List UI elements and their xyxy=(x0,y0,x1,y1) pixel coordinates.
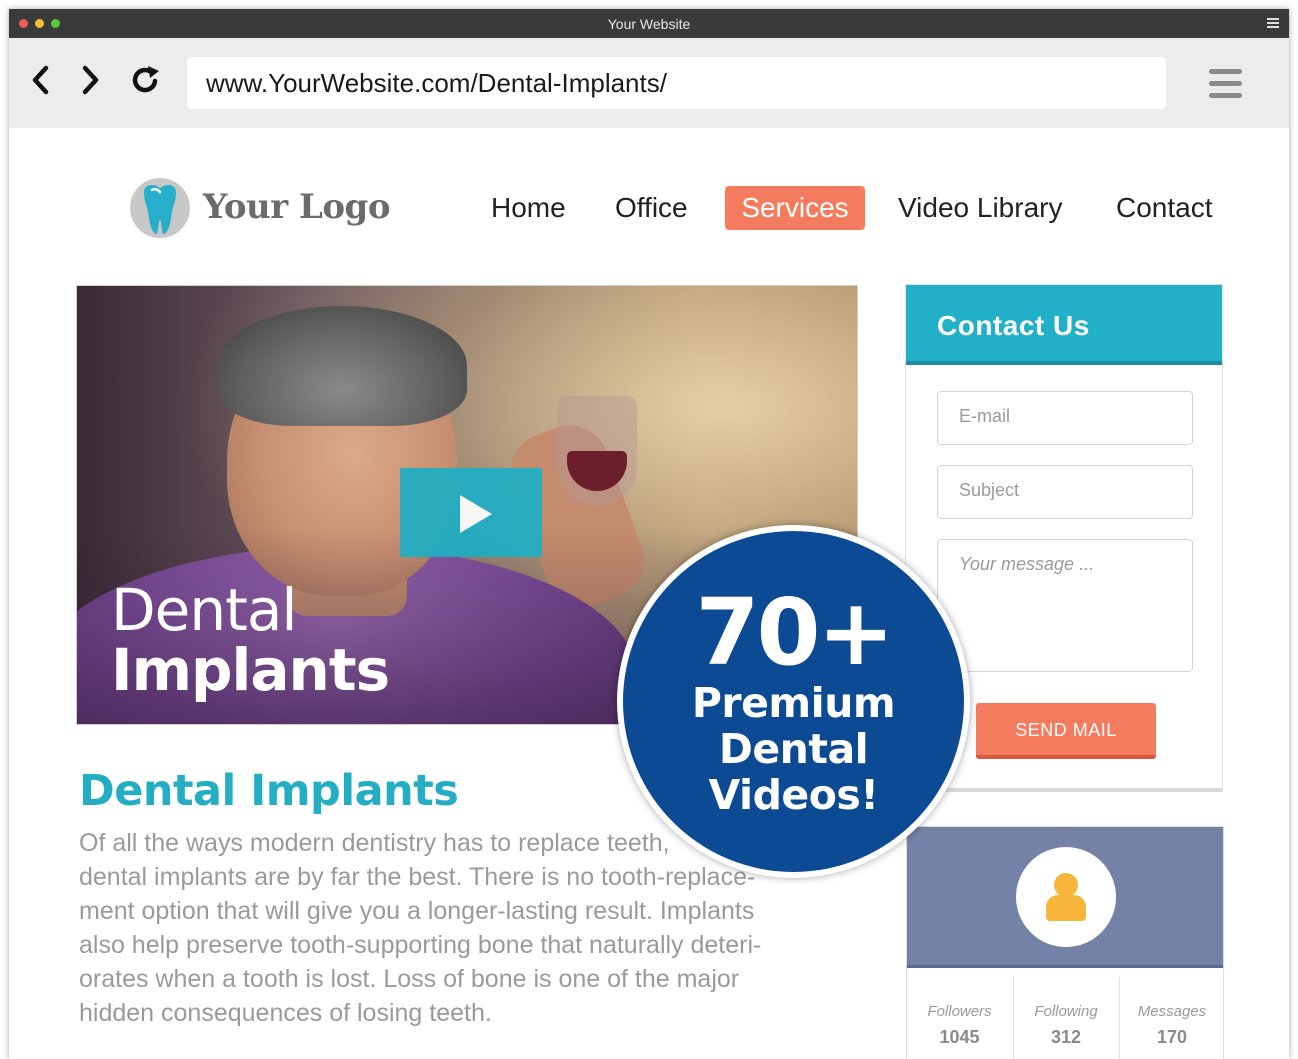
stat-label: Following xyxy=(1034,1003,1098,1020)
contact-header: Contact Us xyxy=(906,285,1222,365)
badge-count: 70+ xyxy=(695,579,894,686)
stat-messages[interactable]: Messages 170 xyxy=(1119,977,1224,1059)
forward-icon[interactable] xyxy=(75,62,105,98)
reload-icon[interactable] xyxy=(129,62,159,98)
email-placeholder: E-mail xyxy=(959,406,1011,426)
article-line: also help preserve tooth-supporting bone… xyxy=(79,931,762,959)
stat-label: Messages xyxy=(1137,1003,1207,1020)
stat-value: 312 xyxy=(1050,1027,1082,1047)
email-field[interactable]: E-mail xyxy=(937,391,1193,445)
article-line: orates when a tooth is lost. Loss of bon… xyxy=(79,965,740,993)
play-icon xyxy=(460,495,492,533)
title-bar: Your Website xyxy=(9,9,1289,38)
address-bar[interactable]: www.YourWebsite.com/Dental-Implants/ xyxy=(187,57,1166,109)
promo-badge: 70+ Premium Dental Videos! xyxy=(617,525,970,878)
send-mail-button[interactable]: SEND MAIL xyxy=(976,703,1156,759)
avatar[interactable] xyxy=(1016,847,1116,947)
badge-line-2: Dental xyxy=(718,725,869,773)
contact-title: Contact Us xyxy=(937,310,1090,341)
subject-placeholder: Subject xyxy=(959,480,1020,500)
user-icon-body xyxy=(1046,895,1086,921)
video-caption-line1: Dental xyxy=(111,576,298,644)
video-caption-line2: Implants xyxy=(111,636,390,704)
stat-label: Followers xyxy=(927,1003,992,1020)
subject-field[interactable]: Subject xyxy=(937,465,1193,519)
tooth-logo-icon[interactable] xyxy=(128,176,192,240)
message-placeholder: Your message ... xyxy=(959,554,1095,574)
article-title: Dental Implants xyxy=(79,766,459,816)
profile-widget: Followers 1045 Following 312 Messages 17… xyxy=(906,826,1224,1059)
profile-header xyxy=(907,827,1223,968)
promo-badge-inner: 70+ Premium Dental Videos! xyxy=(623,531,964,872)
hamburger-menu-icon[interactable] xyxy=(1209,69,1242,99)
stat-value: 170 xyxy=(1156,1027,1188,1047)
window-title: Your Website xyxy=(607,16,691,32)
article-line: hidden consequences of losing teeth. xyxy=(79,999,492,1027)
window-menu-icon[interactable] xyxy=(1267,18,1279,29)
nav-video-library[interactable]: Video Library xyxy=(898,186,1062,230)
nav-contact[interactable]: Contact xyxy=(1116,186,1213,230)
browser-toolbar: www.YourWebsite.com/Dental-Implants/ xyxy=(9,38,1289,128)
badge-line-1: Premium xyxy=(691,679,896,727)
url-text: www.YourWebsite.com/Dental-Implants/ xyxy=(206,68,667,98)
play-button[interactable] xyxy=(400,468,542,557)
nav-home[interactable]: Home xyxy=(491,186,566,230)
nav-services[interactable]: Services xyxy=(725,186,865,230)
back-icon[interactable] xyxy=(26,62,56,98)
message-field[interactable]: Your message ... xyxy=(937,539,1193,672)
stat-value: 1045 xyxy=(939,1027,980,1047)
badge-line-3: Videos! xyxy=(708,771,880,819)
stat-following[interactable]: Following 312 xyxy=(1013,977,1118,1059)
nav-office[interactable]: Office xyxy=(615,186,688,230)
stat-followers[interactable]: Followers 1045 xyxy=(907,977,1012,1059)
user-icon xyxy=(1054,873,1078,897)
article-line: ment option that will give you a longer-… xyxy=(79,897,755,925)
logo-text[interactable]: Your Logo xyxy=(203,187,391,227)
